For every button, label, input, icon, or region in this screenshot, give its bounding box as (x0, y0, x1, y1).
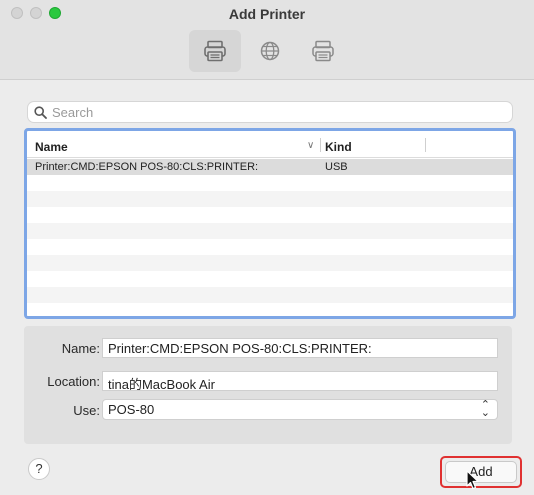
toolbar: Add Printer (0, 0, 534, 80)
use-select[interactable]: POS-80 ⌃ ⌄ (102, 399, 498, 420)
column-divider[interactable] (320, 138, 321, 152)
table-row (27, 175, 513, 191)
name-label: Name: (61, 341, 100, 356)
window-title: Add Printer (228, 6, 306, 22)
search-icon (34, 105, 47, 119)
printer-default-icon (204, 40, 226, 62)
table-row (27, 303, 513, 316)
table-row (27, 287, 513, 303)
table-row (27, 223, 513, 239)
table-row (27, 255, 513, 271)
default-printers-button[interactable] (189, 30, 241, 72)
printer-details-panel: Name: Printer:CMD:EPSON POS-80:CLS:PRINT… (24, 326, 512, 444)
add-button[interactable]: Add (445, 461, 517, 483)
sort-chevron-icon[interactable]: ∨ (307, 140, 314, 151)
table-row (27, 191, 513, 207)
table-row[interactable]: Printer:CMD:EPSON POS-80:CLS:PRINTER: USB (27, 159, 513, 175)
add-button-highlight: Add (440, 456, 522, 488)
ip-printer-button[interactable] (244, 30, 296, 72)
mouse-cursor-icon (466, 470, 479, 490)
column-divider[interactable] (425, 138, 426, 152)
globe-ip-icon (260, 41, 280, 61)
windows-printer-button[interactable] (297, 30, 349, 72)
row-kind: USB (325, 161, 348, 173)
table-row (27, 271, 513, 287)
row-name: Printer:CMD:EPSON POS-80:CLS:PRINTER: (35, 161, 259, 173)
location-field[interactable]: tina的MacBook Air (102, 371, 498, 392)
table-rows: Printer:CMD:EPSON POS-80:CLS:PRINTER: USB (27, 159, 513, 316)
location-label: Location: (47, 374, 100, 389)
search-field[interactable] (28, 102, 512, 122)
printer-table[interactable]: Name ∨ Kind Printer:CMD:EPSON POS-80:CLS… (24, 128, 516, 319)
column-header-kind[interactable]: Kind (325, 140, 352, 154)
column-header-name[interactable]: Name (35, 140, 68, 154)
table-row (27, 207, 513, 223)
add-printer-window: Add Printer Search Name ∨ Kind Printer:C… (0, 0, 534, 495)
help-button[interactable]: ? (28, 458, 50, 480)
table-header: Name ∨ Kind (27, 131, 513, 158)
search-input[interactable] (52, 104, 492, 120)
use-select-value: POS-80 (108, 402, 155, 417)
name-field[interactable]: Printer:CMD:EPSON POS-80:CLS:PRINTER: (102, 338, 498, 358)
printer-windows-icon (312, 40, 334, 62)
use-label: Use: (73, 403, 100, 418)
updown-chevron-icon: ⌃ ⌄ (480, 399, 490, 419)
table-row (27, 239, 513, 255)
